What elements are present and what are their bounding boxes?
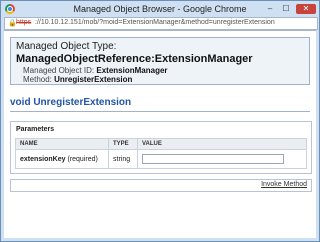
url-scheme: https: [16, 19, 32, 26]
column-header-type: TYPE: [108, 138, 138, 150]
param-value-cell: [137, 149, 307, 169]
object-id-label: Managed Object ID:: [23, 66, 95, 75]
column-header-name: NAME: [15, 138, 109, 150]
object-id-value: ExtensionManager: [96, 66, 168, 75]
param-qualifier: (required): [67, 155, 98, 163]
divider: [10, 111, 310, 112]
parameters-panel: Parameters NAME TYPE VALUE extensionKey …: [10, 121, 312, 174]
method-label: Method:: [23, 75, 52, 84]
parameters-table: NAME TYPE VALUE extensionKey (required) …: [15, 138, 307, 169]
extension-key-input[interactable]: [142, 154, 284, 164]
method-row: Method: UnregisterExtension: [23, 75, 132, 84]
param-name-cell: extensionKey (required): [15, 149, 109, 169]
table-row: extensionKey (required) string: [15, 149, 307, 169]
parameters-header-row: NAME TYPE VALUE: [15, 138, 307, 150]
object-type-label: Managed Object Type:: [16, 41, 117, 52]
close-button[interactable]: ✕: [296, 4, 316, 14]
invoke-panel: Invoke Method: [10, 179, 312, 192]
param-name: extensionKey: [20, 155, 66, 163]
param-type: string: [108, 149, 138, 169]
url-text: ://10.10.12.151/mob/?moid=ExtensionManag…: [35, 19, 275, 26]
object-header: Managed Object Type: ManagedObjectRefere…: [10, 37, 310, 85]
maximize-button[interactable]: ☐: [280, 4, 292, 14]
address-bar[interactable]: 🔒 https ://10.10.12.151/mob/?moid=Extens…: [4, 17, 318, 30]
column-header-value: VALUE: [137, 138, 307, 150]
method-value: UnregisterExtension: [54, 75, 133, 84]
minimize-button[interactable]: –: [264, 4, 276, 14]
method-signature: void UnregisterExtension: [10, 97, 132, 108]
parameters-title: Parameters: [16, 126, 55, 133]
object-type-value: ManagedObjectReference:ExtensionManager: [16, 53, 253, 65]
browser-window: Managed Object Browser - Google Chrome –…: [0, 0, 320, 242]
page-content: Managed Object Type: ManagedObjectRefere…: [4, 30, 316, 238]
object-id-row: Managed Object ID: ExtensionManager: [23, 66, 168, 75]
title-bar: Managed Object Browser - Google Chrome –…: [1, 1, 319, 17]
invoke-method-link[interactable]: Invoke Method: [261, 181, 307, 188]
